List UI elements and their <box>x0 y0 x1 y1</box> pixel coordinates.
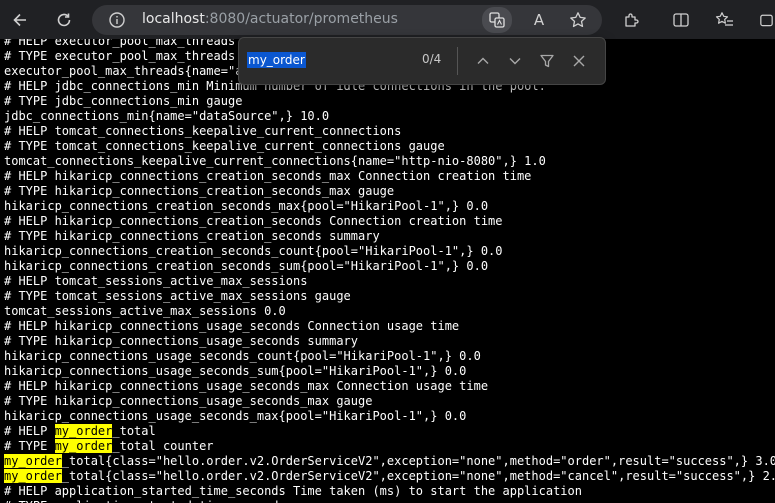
collections-icon[interactable] <box>758 9 775 31</box>
text-line: # TYPE hikaricp_connections_usage_second… <box>4 334 359 348</box>
text-line: # TYPE hikaricp_connections_creation_sec… <box>4 184 395 198</box>
text-line: hikaricp_connections_usage_seconds_count… <box>4 349 481 363</box>
translate-icon[interactable] <box>482 7 512 33</box>
extensions-icon[interactable] <box>620 9 642 31</box>
text-line: tomcat_sessions_active_max_sessions 0.0 <box>4 304 286 318</box>
info-icon[interactable] <box>106 9 128 31</box>
find-close-icon[interactable] <box>567 49 591 73</box>
text-line: my_order_total{class="hello.order.v2.Ord… <box>4 469 775 483</box>
url-host: localhost <box>142 11 205 27</box>
text-line: # HELP hikaricp_connections_creation_sec… <box>4 214 503 228</box>
search-match-highlight: my_order <box>4 454 62 468</box>
back-icon[interactable] <box>9 9 31 31</box>
text-line: # TYPE tomcat_sessions_active_max_sessio… <box>4 289 351 303</box>
text-line: hikaricp_connections_creation_seconds_ma… <box>4 199 489 213</box>
text-line: # TYPE hikaricp_connections_creation_sec… <box>4 229 380 243</box>
metrics-text: # HELP executor_pool_max_threads The max… <box>0 39 775 503</box>
text-line: # HELP tomcat_connections_keepalive_curr… <box>4 124 402 138</box>
text-line: # TYPE application_started_time_seconds … <box>4 499 775 503</box>
search-match-highlight: my_order <box>54 439 113 453</box>
find-query-selection: my_order <box>247 52 306 68</box>
find-next-icon[interactable] <box>503 49 527 73</box>
text-line: my_order_total{class="hello.order.v2.Ord… <box>4 454 775 468</box>
text-line: jdbc_connections_min{name="dataSource",}… <box>4 109 330 123</box>
text-line: # HELP hikaricp_connections_usage_second… <box>4 319 460 333</box>
find-match-count: 0/4 <box>422 52 442 66</box>
read-aloud-icon[interactable]: A <box>528 9 550 31</box>
find-previous-icon[interactable] <box>471 49 495 73</box>
find-bar: my_order 0/4 <box>238 37 606 85</box>
url-path: :8080/actuator/prometheus <box>204 11 398 27</box>
text-line: # HELP tomcat_sessions_active_max_sessio… <box>4 274 308 288</box>
address-bar[interactable]: localhost:8080/actuator/prometheus A <box>92 5 602 35</box>
favorite-star-icon[interactable] <box>567 9 589 31</box>
text-line: # TYPE hikaricp_connections_usage_second… <box>4 394 373 408</box>
refresh-icon[interactable] <box>53 9 75 31</box>
find-divider <box>457 47 458 75</box>
page-content: # HELP executor_pool_max_threads The max… <box>0 39 775 503</box>
text-line: hikaricp_connections_creation_seconds_co… <box>4 244 503 258</box>
search-match-highlight: my_order <box>4 469 62 483</box>
text-line: # HELP application_started_time_seconds … <box>4 484 582 498</box>
find-filter-icon[interactable] <box>535 49 559 73</box>
search-match-highlight: my_order <box>54 424 113 438</box>
split-screen-icon[interactable] <box>670 9 692 31</box>
text-line: # HELP hikaricp_connections_usage_second… <box>4 379 489 393</box>
text-line: # TYPE tomcat_connections_keepalive_curr… <box>4 139 445 153</box>
text-line: hikaricp_connections_usage_seconds_sum{p… <box>4 364 467 378</box>
url-text[interactable]: localhost:8080/actuator/prometheus <box>142 11 398 27</box>
text-line: # TYPE my_order_total counter <box>4 439 214 453</box>
text-line: # HELP hikaricp_connections_creation_sec… <box>4 169 532 183</box>
text-line: hikaricp_connections_creation_seconds_su… <box>4 259 489 273</box>
text-line: # TYPE jdbc_connections_min gauge <box>4 94 243 108</box>
text-line: tomcat_connections_keepalive_current_con… <box>4 154 546 168</box>
favorites-bar-icon[interactable] <box>714 9 736 31</box>
text-line: # HELP my_order_total <box>4 424 156 438</box>
read-aloud-label: A <box>533 11 545 29</box>
browser-toolbar: localhost:8080/actuator/prometheus A <box>0 0 775 39</box>
text-line: hikaricp_connections_usage_seconds_max{p… <box>4 409 467 423</box>
